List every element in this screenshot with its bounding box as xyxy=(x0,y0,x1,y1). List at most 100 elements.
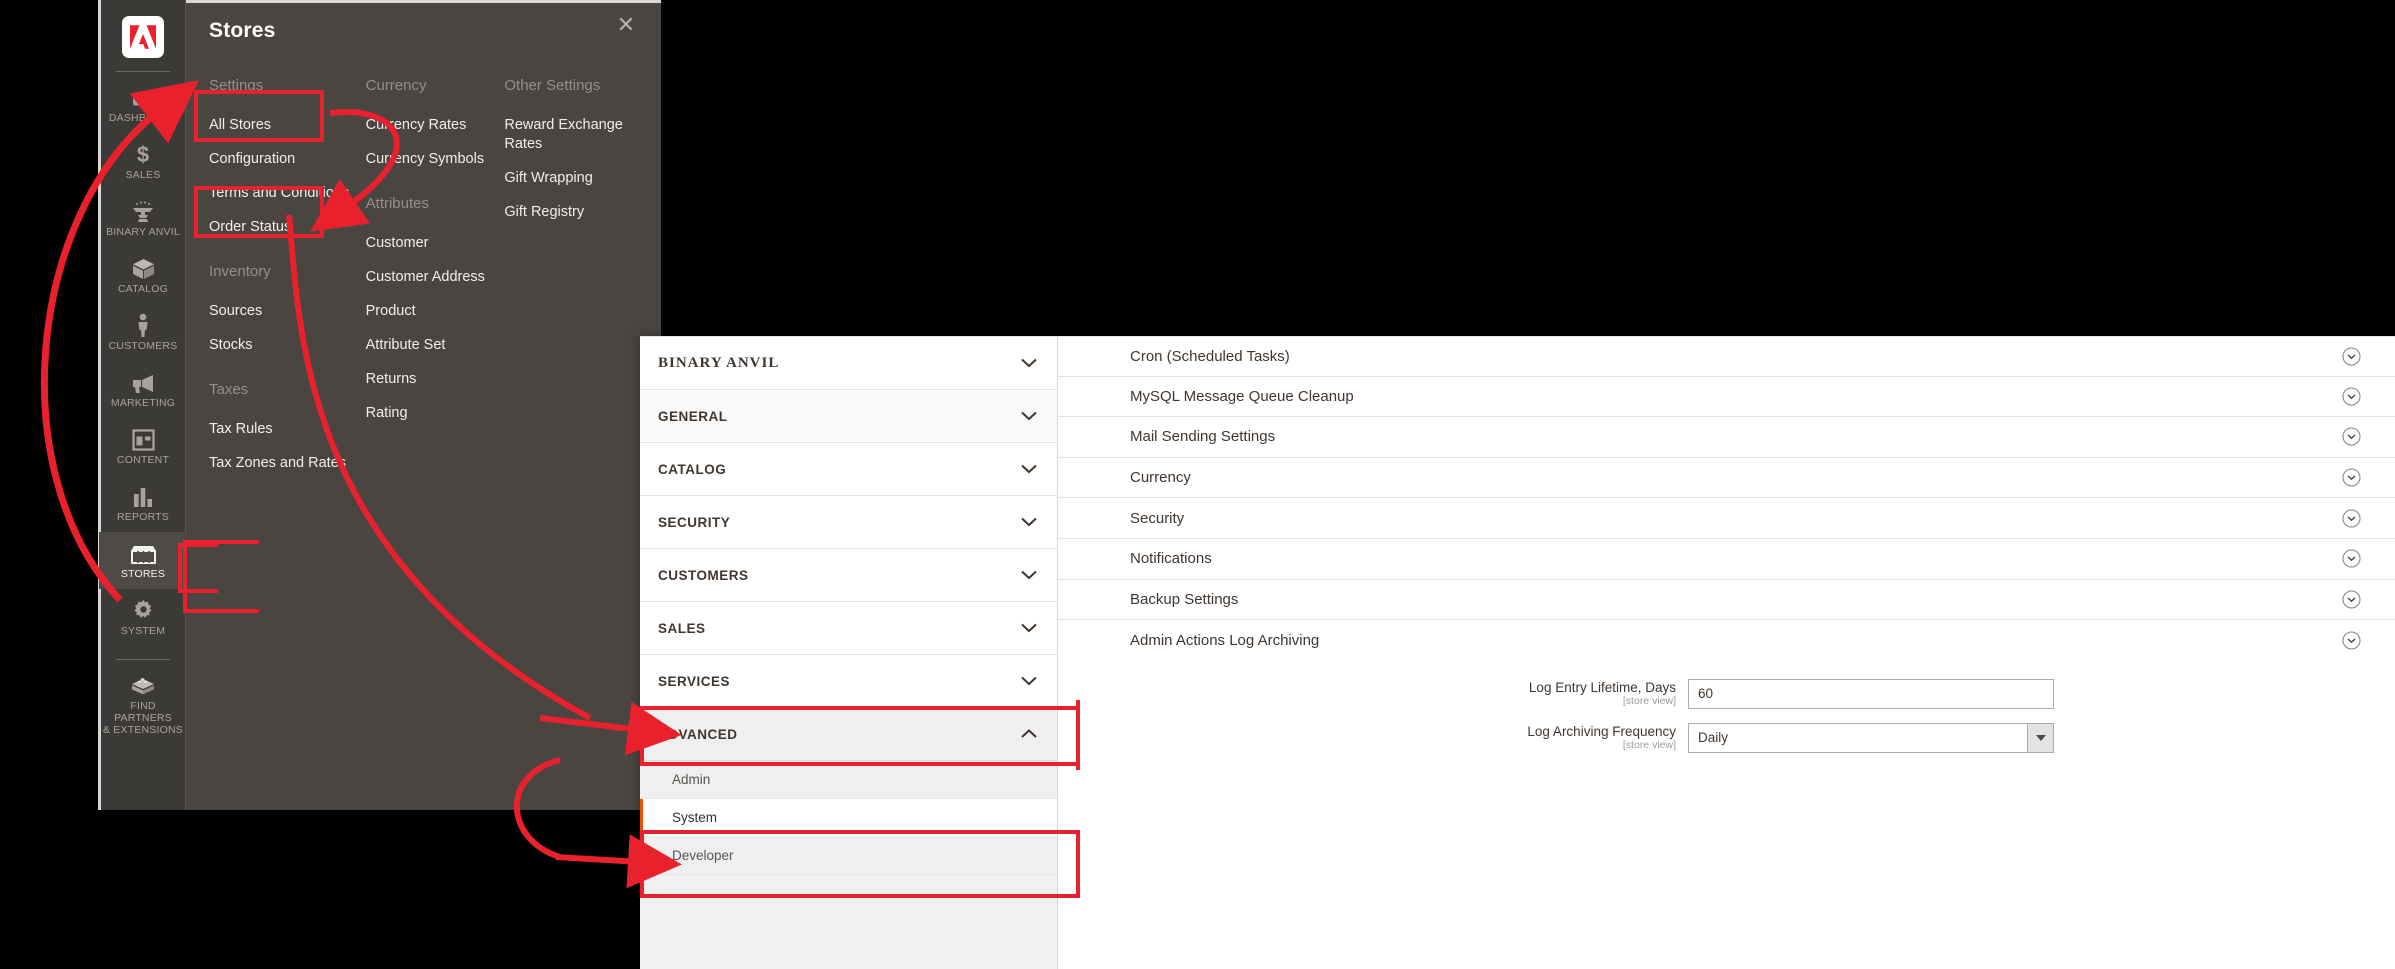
sidebar-item-customers[interactable]: CUSTOMERS xyxy=(99,304,187,361)
svg-text:$: $ xyxy=(137,142,149,166)
menu-group-heading-currency: Currency xyxy=(366,59,505,109)
tree-section-binary-anvil[interactable]: BINARY ANVIL xyxy=(640,337,1057,390)
storefront-icon xyxy=(130,541,157,565)
sidebar-item-label: CONTENT xyxy=(117,454,169,466)
chevron-down-icon xyxy=(1021,358,1037,368)
chevron-down-icon[interactable] xyxy=(2027,723,2054,753)
section-notifications[interactable]: Notifications xyxy=(1058,539,2395,580)
close-icon[interactable]: ✕ xyxy=(613,12,639,38)
menu-item-sources[interactable]: Sources xyxy=(209,295,366,329)
sidebar-item-content[interactable]: CONTENT xyxy=(99,418,187,475)
section-security[interactable]: Security xyxy=(1058,498,2395,539)
sidebar-item-stores[interactable]: STORES xyxy=(99,532,187,589)
tree-section-label: ADVANCED xyxy=(658,727,738,742)
menu-group-heading-other-settings: Other Settings xyxy=(504,59,661,109)
menu-item-attribute-set[interactable]: Attribute Set xyxy=(366,329,505,363)
menu-header: Stores ✕ xyxy=(186,3,661,59)
box-icon xyxy=(131,256,156,280)
configuration-window: BINARY ANVIL GENERAL CATALOG SECURITY xyxy=(640,336,2395,969)
section-title: Cron (Scheduled Tasks) xyxy=(1130,348,1290,365)
collapse-circle-chevron-down-icon[interactable] xyxy=(2342,509,2361,528)
sidebar-item-label: FIND PARTNERS & EXTENSIONS xyxy=(101,700,185,736)
screenshot-root: DASHBOARD $ SALES BINARY ANVIL xyxy=(0,0,2395,969)
sidebar-divider-2 xyxy=(116,659,170,660)
page-title: Stores xyxy=(209,19,276,43)
section-mysql-message-queue-cleanup[interactable]: MySQL Message Queue Cleanup xyxy=(1058,377,2395,418)
field-label: Log Archiving Frequency xyxy=(1058,724,1676,739)
collapse-circle-chevron-down-icon[interactable] xyxy=(2342,347,2361,366)
section-backup-settings[interactable]: Backup Settings xyxy=(1058,580,2395,621)
admin-sidebar: DASHBOARD $ SALES BINARY ANVIL xyxy=(98,0,186,810)
menu-item-all-stores[interactable]: All Stores xyxy=(209,109,366,143)
tree-subitem-system[interactable]: System xyxy=(640,799,1057,837)
menu-item-configuration[interactable]: Configuration xyxy=(209,143,366,177)
dollar-sign-icon: $ xyxy=(135,142,151,166)
menu-item-rating[interactable]: Rating xyxy=(366,397,505,431)
sidebar-item-label: BINARY ANVIL xyxy=(106,226,180,238)
collapse-circle-chevron-up-icon[interactable] xyxy=(2342,631,2361,650)
menu-item-tax-rules[interactable]: Tax Rules xyxy=(209,413,366,447)
tree-section-advanced[interactable]: ADVANCED xyxy=(640,708,1057,761)
menu-item-returns[interactable]: Returns xyxy=(366,363,505,397)
tree-subitem-developer[interactable]: Developer xyxy=(640,837,1057,875)
collapse-circle-chevron-down-icon[interactable] xyxy=(2342,468,2361,487)
chevron-down-icon xyxy=(1021,623,1037,633)
tree-section-catalog[interactable]: CATALOG xyxy=(640,443,1057,496)
tree-section-label: GENERAL xyxy=(658,409,728,424)
collapse-circle-chevron-down-icon[interactable] xyxy=(2342,387,2361,406)
collapse-circle-chevron-down-icon[interactable] xyxy=(2342,427,2361,446)
sidebar-item-reports[interactable]: REPORTS xyxy=(99,475,187,532)
tree-section-sales[interactable]: SALES xyxy=(640,602,1057,655)
sidebar-item-catalog[interactable]: CATALOG xyxy=(99,247,187,304)
adobe-commerce-logo-icon[interactable] xyxy=(122,16,164,58)
menu-group-heading-settings: Settings xyxy=(209,59,366,109)
menu-item-order-status[interactable]: Order Status xyxy=(209,211,366,245)
menu-item-currency-symbols[interactable]: Currency Symbols xyxy=(366,143,505,177)
menu-group-heading-taxes: Taxes xyxy=(209,363,366,413)
tree-section-text: BINARY ANVIL xyxy=(658,355,779,372)
megaphone-icon xyxy=(130,370,156,394)
tree-section-customers[interactable]: CUSTOMERS xyxy=(640,549,1057,602)
menu-item-stocks[interactable]: Stocks xyxy=(209,329,366,363)
menu-item-product[interactable]: Product xyxy=(366,295,505,329)
menu-item-terms-and-conditions[interactable]: Terms and Conditions xyxy=(209,177,366,211)
field-control: Daily xyxy=(1688,723,2054,753)
sidebar-item-label: DASHBOARD xyxy=(109,112,177,124)
sidebar-item-sales[interactable]: $ SALES xyxy=(99,133,187,190)
menu-item-gift-wrapping[interactable]: Gift Wrapping xyxy=(504,162,661,196)
section-currency[interactable]: Currency xyxy=(1058,458,2395,499)
sidebar-item-dashboard[interactable]: DASHBOARD xyxy=(99,76,187,133)
admin-actions-log-archiving-fields: Log Entry Lifetime, Days [store view] Lo… xyxy=(1058,661,2395,753)
sidebar-item-marketing[interactable]: MARKETING xyxy=(99,361,187,418)
section-mail-sending-settings[interactable]: Mail Sending Settings xyxy=(1058,417,2395,458)
tree-section-general[interactable]: GENERAL xyxy=(640,390,1057,443)
sidebar-item-system[interactable]: SYSTEM xyxy=(99,589,187,646)
gear-icon xyxy=(132,598,155,622)
select-value: Daily xyxy=(1688,723,2027,753)
tree-section-security[interactable]: SECURITY xyxy=(640,496,1057,549)
layout-icon xyxy=(132,427,155,451)
section-title: Currency xyxy=(1130,469,1191,486)
stores-mega-menu: Stores ✕ Settings All Stores Configurati… xyxy=(186,0,661,810)
menu-group-heading-inventory: Inventory xyxy=(209,245,366,295)
section-admin-actions-log-archiving[interactable]: Admin Actions Log Archiving xyxy=(1058,620,2395,661)
log-archiving-frequency-select[interactable]: Daily xyxy=(1688,723,2054,753)
menu-item-gift-registry[interactable]: Gift Registry xyxy=(504,196,661,230)
sidebar-item-find-partners-extensions[interactable]: FIND PARTNERS & EXTENSIONS xyxy=(99,664,187,745)
tree-section-label: SALES xyxy=(658,621,706,636)
collapse-circle-chevron-down-icon[interactable] xyxy=(2342,549,2361,568)
collapse-circle-chevron-down-icon[interactable] xyxy=(2342,590,2361,609)
menu-item-reward-exchange-rates[interactable]: Reward Exchange Rates xyxy=(504,109,661,162)
section-cron-scheduled-tasks[interactable]: Cron (Scheduled Tasks) xyxy=(1058,336,2395,377)
field-label: Log Entry Lifetime, Days xyxy=(1058,680,1676,695)
menu-item-customer-address[interactable]: Customer Address xyxy=(366,261,505,295)
tree-subitem-admin[interactable]: Admin xyxy=(640,761,1057,799)
tree-section-services[interactable]: SERVICES xyxy=(640,655,1057,708)
tree-section-label: CUSTOMERS xyxy=(658,568,749,583)
section-title: Notifications xyxy=(1130,550,1212,567)
menu-item-customer[interactable]: Customer xyxy=(366,227,505,261)
sidebar-item-binary-anvil[interactable]: BINARY ANVIL xyxy=(99,190,187,247)
menu-item-tax-zones-and-rates[interactable]: Tax Zones and Rates xyxy=(209,447,366,481)
log-entry-lifetime-input[interactable] xyxy=(1688,679,2054,709)
menu-item-currency-rates[interactable]: Currency Rates xyxy=(366,109,505,143)
